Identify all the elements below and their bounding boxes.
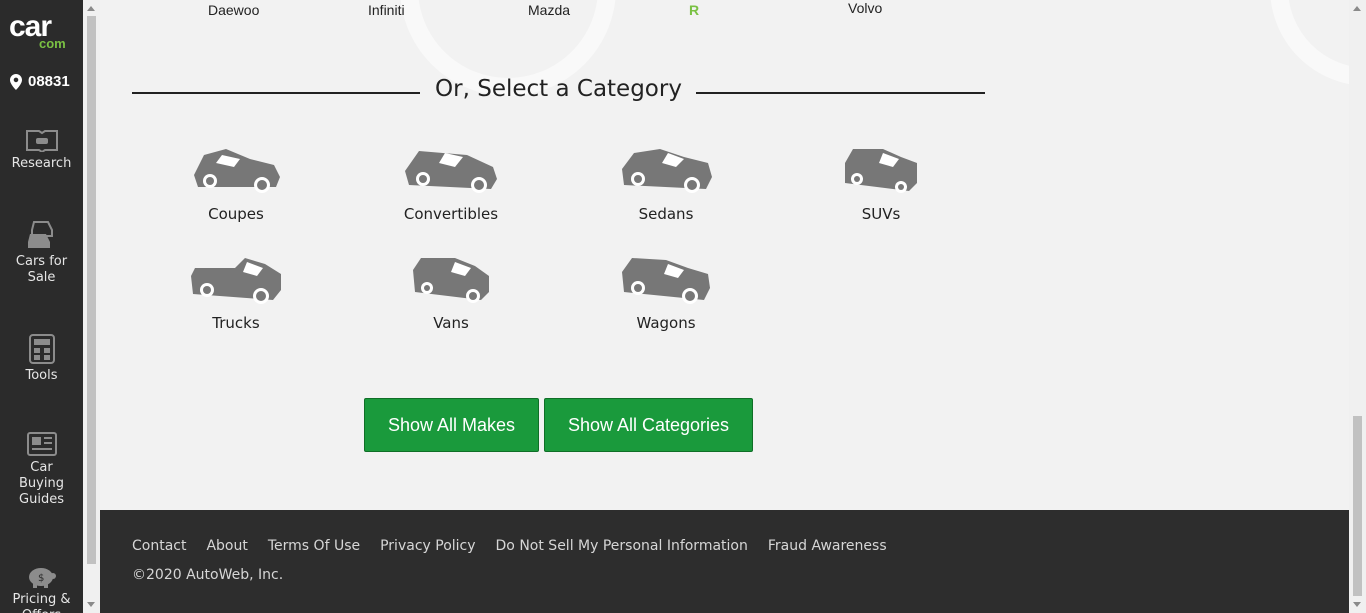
category-trucks[interactable]: Trucks: [166, 254, 306, 332]
sidebar-item-label: Car Buying Guides: [19, 460, 64, 507]
sidebar-item-cars-for-sale[interactable]: Cars for Sale: [0, 220, 83, 286]
sidebar-item-pricing-offers[interactable]: $ Pricing & Offers: [0, 564, 83, 613]
category-suvs[interactable]: SUVs: [811, 145, 951, 223]
footer: Contact About Terms Of Use Privacy Polic…: [100, 510, 1349, 613]
truck-icon: [191, 258, 281, 304]
category-vans[interactable]: Vans: [381, 254, 521, 332]
makes-list: Daewoo Infiniti Mazda R Volvo: [100, 0, 1349, 22]
scroll-down-arrow-icon[interactable]: [87, 602, 95, 607]
make-link[interactable]: Daewoo: [208, 2, 259, 18]
sidebar: car com 08831 Research Cars for Sale Too…: [0, 0, 83, 613]
sidebar-item-label: Pricing & Offers: [12, 592, 71, 613]
scroll-down-arrow-icon[interactable]: [1353, 602, 1361, 607]
footer-link-fraud[interactable]: Fraud Awareness: [768, 538, 887, 554]
copyright: ©2020 AutoWeb, Inc.: [132, 567, 284, 583]
location-pin-icon: [10, 73, 22, 90]
category-heading: Or, Select a Category: [132, 76, 985, 108]
cars-icon: [27, 221, 53, 248]
footer-link-contact[interactable]: Contact: [132, 538, 186, 554]
category-heading-text: Or, Select a Category: [435, 76, 682, 102]
sidebar-scrollbar[interactable]: [83, 0, 100, 613]
zip-code: 08831: [28, 73, 70, 90]
category-convertibles[interactable]: Convertibles: [381, 145, 521, 223]
sidebar-item-label: Cars for Sale: [15, 254, 68, 285]
scrollbar-thumb[interactable]: [1353, 416, 1362, 596]
make-link[interactable]: Infiniti: [368, 2, 405, 18]
make-letter-r[interactable]: R: [689, 2, 699, 18]
convertible-icon: [405, 151, 497, 193]
page-scrollbar[interactable]: [1349, 0, 1366, 613]
category-label: Trucks: [212, 314, 260, 332]
sidebar-item-tools[interactable]: Tools: [0, 334, 83, 384]
category-label: Coupes: [208, 205, 264, 223]
footer-link-terms[interactable]: Terms Of Use: [268, 538, 360, 554]
show-all-categories-button[interactable]: Show All Categories: [544, 398, 753, 452]
category-sedans[interactable]: Sedans: [596, 145, 736, 223]
category-label: Wagons: [636, 314, 696, 332]
make-link[interactable]: Mazda: [528, 2, 570, 18]
scroll-up-arrow-icon[interactable]: [1353, 6, 1361, 11]
suv-icon: [845, 149, 917, 193]
logo-subtext: com: [39, 36, 66, 51]
car-com-logo[interactable]: car com: [9, 12, 77, 52]
main-content: Daewoo Infiniti Mazda R Volvo Or, Select…: [100, 0, 1349, 510]
make-link[interactable]: Volvo: [848, 0, 882, 16]
footer-links: Contact About Terms Of Use Privacy Polic…: [132, 538, 887, 554]
zip-code-selector[interactable]: 08831: [10, 73, 70, 90]
newspaper-icon: [26, 432, 57, 456]
category-coupes[interactable]: Coupes: [166, 145, 306, 223]
sidebar-item-label: Research: [11, 156, 72, 171]
show-all-makes-button[interactable]: Show All Makes: [364, 398, 539, 452]
sidebar-item-car-buying-guides[interactable]: Car Buying Guides: [0, 432, 83, 508]
svg-text:$: $: [38, 573, 44, 584]
category-label: Sedans: [638, 205, 694, 223]
footer-link-privacy[interactable]: Privacy Policy: [380, 538, 475, 554]
footer-link-about[interactable]: About: [206, 538, 247, 554]
footer-link-do-not-sell[interactable]: Do Not Sell My Personal Information: [496, 538, 748, 554]
sidebar-item-label: Tools: [25, 368, 58, 383]
piggy-bank-icon: $: [28, 568, 56, 588]
scroll-up-arrow-icon[interactable]: [87, 6, 95, 11]
category-label: Vans: [433, 314, 469, 332]
sidebar-item-research[interactable]: Research: [0, 128, 83, 172]
van-icon: [413, 258, 489, 303]
category-wagons[interactable]: Wagons: [596, 254, 736, 332]
scrollbar-thumb[interactable]: [87, 16, 96, 564]
wagon-icon: [622, 258, 710, 304]
coupe-icon: [194, 149, 280, 193]
calculator-icon: [28, 334, 55, 364]
category-label: Convertibles: [403, 205, 499, 223]
category-label: SUVs: [861, 205, 901, 223]
book-car-icon: [25, 130, 58, 152]
sedan-icon: [622, 149, 712, 193]
